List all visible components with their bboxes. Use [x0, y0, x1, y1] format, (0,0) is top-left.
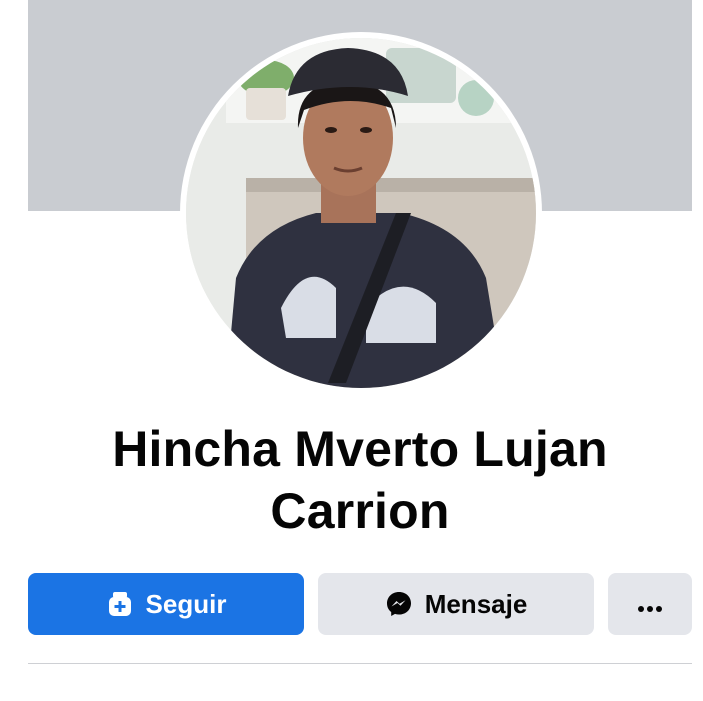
more-options-button[interactable]: [608, 573, 692, 635]
more-horizontal-icon: [637, 589, 663, 620]
follow-button[interactable]: Seguir: [28, 573, 304, 635]
profile-name: Hincha Mverto Lujan Carrion: [112, 421, 608, 539]
profile-picture[interactable]: [186, 38, 536, 388]
section-divider: [28, 663, 692, 664]
message-button-label: Mensaje: [424, 588, 528, 619]
profile-photo-illustration: [186, 38, 536, 388]
message-button[interactable]: Mensaje: [318, 573, 594, 635]
follow-icon: [106, 590, 134, 618]
follow-button-label: Seguir: [145, 588, 227, 619]
messenger-icon: [385, 590, 413, 618]
